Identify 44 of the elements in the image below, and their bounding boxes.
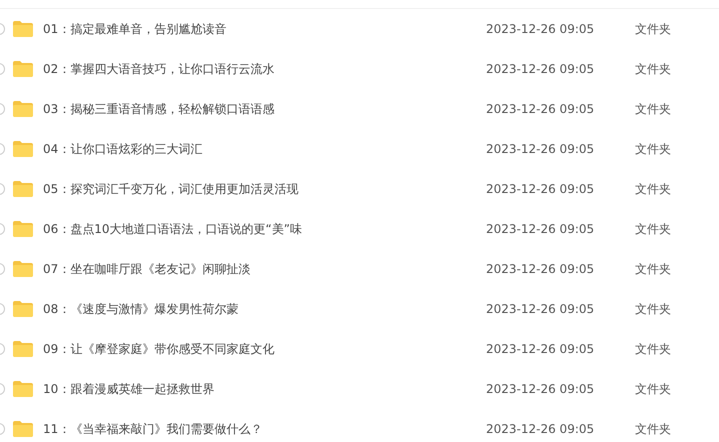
- folder-icon: [12, 140, 34, 158]
- file-type: 文件夹: [635, 220, 671, 238]
- file-name[interactable]: 08：《速度与激情》爆发男性荷尔蒙: [43, 300, 486, 318]
- file-type: 文件夹: [635, 340, 671, 358]
- modified-date: 2023-12-26 09:05: [486, 422, 596, 436]
- modified-date: 2023-12-26 09:05: [486, 22, 596, 36]
- folder-icon: [12, 300, 34, 318]
- file-type: 文件夹: [635, 380, 671, 398]
- file-type: 文件夹: [635, 20, 671, 38]
- modified-date: 2023-12-26 09:05: [486, 102, 596, 116]
- folder-icon: [12, 100, 34, 118]
- folder-icon: [12, 380, 34, 398]
- modified-date: 2023-12-26 09:05: [486, 262, 596, 276]
- modified-date: 2023-12-26 09:05: [486, 382, 596, 396]
- file-name[interactable]: 06：盘点10大地道口语语法，口语说的更“美”味: [43, 220, 486, 238]
- file-name[interactable]: 01：搞定最难单音，告别尴尬读音: [43, 20, 486, 38]
- file-type: 文件夹: [635, 140, 671, 158]
- file-name[interactable]: 03：揭秘三重语音情感，轻松解锁口语语感: [43, 100, 486, 118]
- file-name[interactable]: 09：让《摩登家庭》带你感受不同家庭文化: [43, 340, 486, 358]
- modified-date: 2023-12-26 09:05: [486, 302, 596, 316]
- modified-date: 2023-12-26 09:05: [486, 142, 596, 156]
- modified-date: 2023-12-26 09:05: [486, 222, 596, 236]
- file-name[interactable]: 02：掌握四大语音技巧，让你口语行云流水: [43, 60, 486, 78]
- file-name[interactable]: 05：探究词汇千变万化，词汇使用更加活灵活现: [43, 180, 486, 198]
- file-type: 文件夹: [635, 300, 671, 318]
- folder-icon: [12, 180, 34, 198]
- file-type: 文件夹: [635, 100, 671, 118]
- folder-icon: [12, 220, 34, 238]
- modified-date: 2023-12-26 09:05: [486, 342, 596, 356]
- modified-date: 2023-12-26 09:05: [486, 62, 596, 76]
- folder-icon: [12, 260, 34, 278]
- folder-icon: [12, 60, 34, 78]
- file-type: 文件夹: [635, 180, 671, 198]
- file-type: 文件夹: [635, 420, 671, 438]
- file-name[interactable]: 04：让你口语炫彩的三大词汇: [43, 140, 486, 158]
- file-type: 文件夹: [635, 60, 671, 78]
- file-name[interactable]: 11：《当幸福来敲门》我们需要做什么？: [43, 420, 486, 438]
- folder-icon: [12, 20, 34, 38]
- folder-icon: [12, 340, 34, 358]
- folder-icon: [12, 420, 34, 438]
- file-name[interactable]: 10：跟着漫威英雄一起拯救世界: [43, 380, 486, 398]
- modified-date: 2023-12-26 09:05: [486, 182, 596, 196]
- file-type: 文件夹: [635, 260, 671, 278]
- file-name[interactable]: 07：坐在咖啡厅跟《老友记》闲聊扯淡: [43, 260, 486, 278]
